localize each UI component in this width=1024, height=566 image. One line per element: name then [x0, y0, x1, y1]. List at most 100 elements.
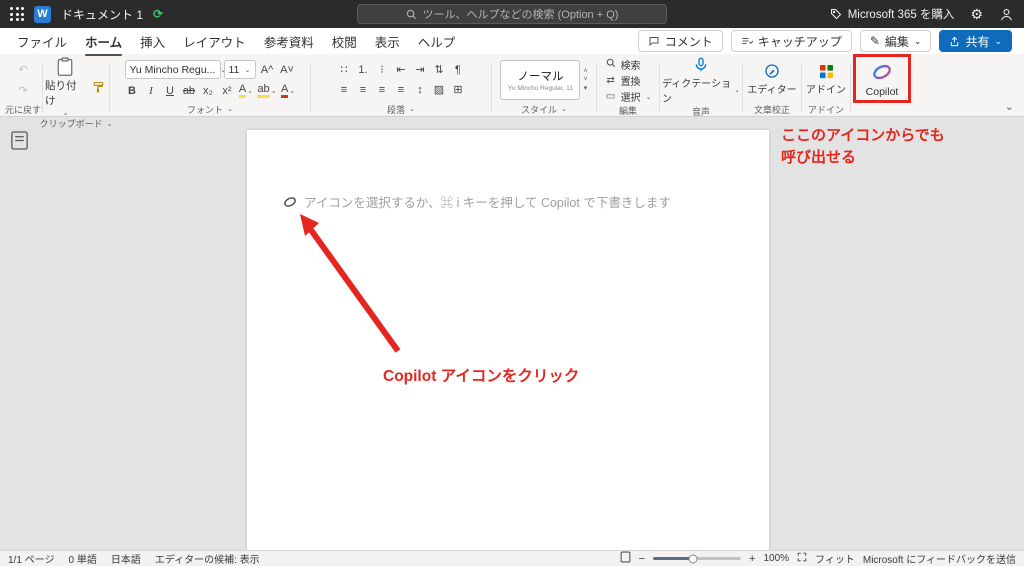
language-indicator[interactable]: 日本語: [111, 551, 141, 566]
addins-button[interactable]: アドイン: [806, 64, 846, 96]
copilot-button[interactable]: Copilot: [852, 54, 912, 103]
font-group-label: フォント: [187, 104, 224, 115]
tab-file[interactable]: ファイル: [8, 27, 76, 56]
style-scroll-up-icon[interactable]: ˄: [583, 68, 587, 75]
catchup-button[interactable]: キャッチアップ: [730, 30, 852, 52]
tab-insert[interactable]: 挿入: [131, 27, 174, 56]
page-count[interactable]: 1/1 ページ: [8, 551, 54, 566]
settings-gear-icon[interactable]: ⚙: [970, 6, 983, 23]
find-button[interactable]: 検索: [605, 57, 652, 72]
editing-mode-label: 編集: [884, 34, 909, 49]
share-button[interactable]: 共有 ⌄: [939, 30, 1012, 52]
paste-label: 貼り付け: [45, 80, 77, 107]
fit-icon: [797, 552, 807, 565]
editing-mode-dropdown[interactable]: ✎ 編集 ⌄: [859, 30, 932, 52]
grow-font-button[interactable]: A^: [259, 61, 276, 78]
zoom-level[interactable]: 100%: [763, 553, 789, 564]
dialog-launcher-icon[interactable]: ⌄: [409, 105, 415, 113]
account-avatar-icon[interactable]: [999, 7, 1014, 22]
zoom-out-button[interactable]: −: [639, 553, 645, 565]
tab-review[interactable]: 校閲: [323, 27, 366, 56]
word-logo-icon[interactable]: W: [34, 5, 51, 23]
addins-group-label: アドイン: [807, 104, 844, 115]
feedback-link[interactable]: Microsoft にフィードバックを送信: [863, 551, 1016, 566]
focus-view-icon[interactable]: [620, 551, 631, 566]
align-left-icon[interactable]: ≡: [336, 81, 353, 98]
dictate-button[interactable]: ディクテーション ⌄: [662, 57, 740, 105]
undo-icon[interactable]: ↶: [15, 61, 32, 78]
line-spacing-icon[interactable]: ↕: [412, 81, 429, 98]
tab-help[interactable]: ヘルプ: [409, 27, 465, 56]
multilevel-list-icon[interactable]: ⁝: [374, 61, 391, 78]
document-page[interactable]: アイコンを選択するか、⌘ i キーを押して Copilot で下書きします: [247, 130, 769, 550]
word-count[interactable]: 0 単語: [68, 551, 96, 566]
buy-m365-button[interactable]: Microsoft 365 を購入: [830, 6, 955, 22]
catchup-icon: [742, 38, 753, 45]
format-painter-icon[interactable]: [90, 79, 107, 96]
shrink-font-button[interactable]: A˅: [279, 61, 296, 78]
tab-layout[interactable]: レイアウト: [174, 27, 255, 56]
document-title[interactable]: ドキュメント 1: [61, 6, 143, 23]
shading-icon[interactable]: ▨: [431, 81, 448, 98]
app-launcher-icon[interactable]: [10, 7, 24, 21]
comments-label: コメント: [664, 34, 713, 49]
paste-button[interactable]: 貼り付け ⌄: [45, 57, 85, 117]
decrease-indent-icon[interactable]: ⇤: [393, 61, 410, 78]
zoom-slider-thumb[interactable]: [688, 554, 698, 563]
borders-icon[interactable]: ⊞: [450, 81, 467, 98]
bullet-list-icon[interactable]: ∷: [336, 61, 353, 78]
highlight-color-button[interactable]: ab ⌄: [256, 82, 277, 99]
ribbon-collapse-chevron-icon[interactable]: ⌄: [1005, 100, 1014, 113]
bold-button[interactable]: B: [123, 82, 140, 99]
copilot-draft-prompt[interactable]: アイコンを選択するか、⌘ i キーを押して Copilot で下書きします: [283, 192, 671, 211]
pilcrow-icon[interactable]: ¶: [450, 61, 467, 78]
search-bar[interactable]: ツール、ヘルプなどの検索 (Option + Q): [357, 4, 667, 24]
chevron-down-icon: ⌄: [994, 35, 1002, 46]
dialog-launcher-icon[interactable]: ⌄: [227, 105, 233, 113]
saved-sync-icon[interactable]: ⟳: [153, 7, 163, 21]
chevron-down-icon[interactable]: ⌄: [107, 120, 113, 128]
tab-references[interactable]: 参考資料: [255, 27, 323, 56]
select-button[interactable]: ▭ 選択 ⌄: [605, 89, 652, 104]
replace-button[interactable]: ⇄ 置換: [605, 73, 652, 88]
style-normal-button[interactable]: ノーマル Yu Mincho Regular, 11: [500, 59, 581, 100]
font-color-button[interactable]: A ⌄: [280, 82, 297, 99]
redo-icon[interactable]: ↷: [15, 82, 32, 99]
subscript-button[interactable]: x₂: [199, 82, 216, 99]
zoom-slider[interactable]: [653, 554, 742, 563]
font-size-select[interactable]: 11 ⌄: [223, 60, 256, 79]
font-name-select[interactable]: Yu Mincho Regu... ⌄: [124, 60, 226, 79]
underline-button[interactable]: U: [161, 82, 178, 99]
replace-icon: ⇄: [606, 75, 615, 86]
ribbon-group-styles: ノーマル Yu Mincho Regular, 11 ˄ ˅ ▾ スタイル ⌄: [494, 57, 594, 116]
align-right-icon[interactable]: ≡: [374, 81, 391, 98]
italic-button[interactable]: I: [142, 82, 159, 99]
copilot-placeholder-text: アイコンを選択するか、⌘ i キーを押して Copilot で下書きします: [304, 196, 671, 210]
sort-icon[interactable]: ⇅: [431, 61, 448, 78]
numbered-list-icon[interactable]: 1.: [355, 61, 372, 78]
comments-button[interactable]: コメント: [637, 30, 723, 52]
text-effects-button[interactable]: A ⌄: [237, 82, 254, 99]
increase-indent-icon[interactable]: ⇥: [412, 61, 429, 78]
zoom-in-button[interactable]: +: [749, 553, 755, 565]
fit-button[interactable]: フィット: [815, 551, 855, 566]
chevron-down-icon: ⌄: [270, 87, 277, 95]
editor-button[interactable]: エディター: [747, 63, 797, 96]
buy-m365-label: Microsoft 365 を購入: [847, 9, 955, 21]
editing-group-label: 編集: [618, 106, 637, 116]
strikethrough-button[interactable]: ab: [180, 82, 197, 99]
tab-view[interactable]: 表示: [366, 27, 409, 56]
tab-home[interactable]: ホーム: [76, 27, 131, 56]
select-label: 選択: [620, 93, 641, 104]
search-icon: [406, 9, 416, 19]
style-gallery-more-icon[interactable]: ▾: [583, 84, 588, 92]
chevron-down-icon: ⌄: [247, 87, 254, 95]
navigation-pane-toggle-icon[interactable]: [11, 131, 28, 155]
superscript-button[interactable]: x²: [218, 82, 235, 99]
zoom-slider-fill: [653, 557, 693, 560]
align-center-icon[interactable]: ≡: [355, 81, 372, 98]
dialog-launcher-icon[interactable]: ⌄: [561, 105, 567, 113]
style-scroll-down-icon[interactable]: ˅: [583, 76, 587, 83]
align-justify-icon[interactable]: ≡: [393, 81, 410, 98]
editor-suggestions[interactable]: エディターの候補: 表示: [155, 551, 260, 566]
